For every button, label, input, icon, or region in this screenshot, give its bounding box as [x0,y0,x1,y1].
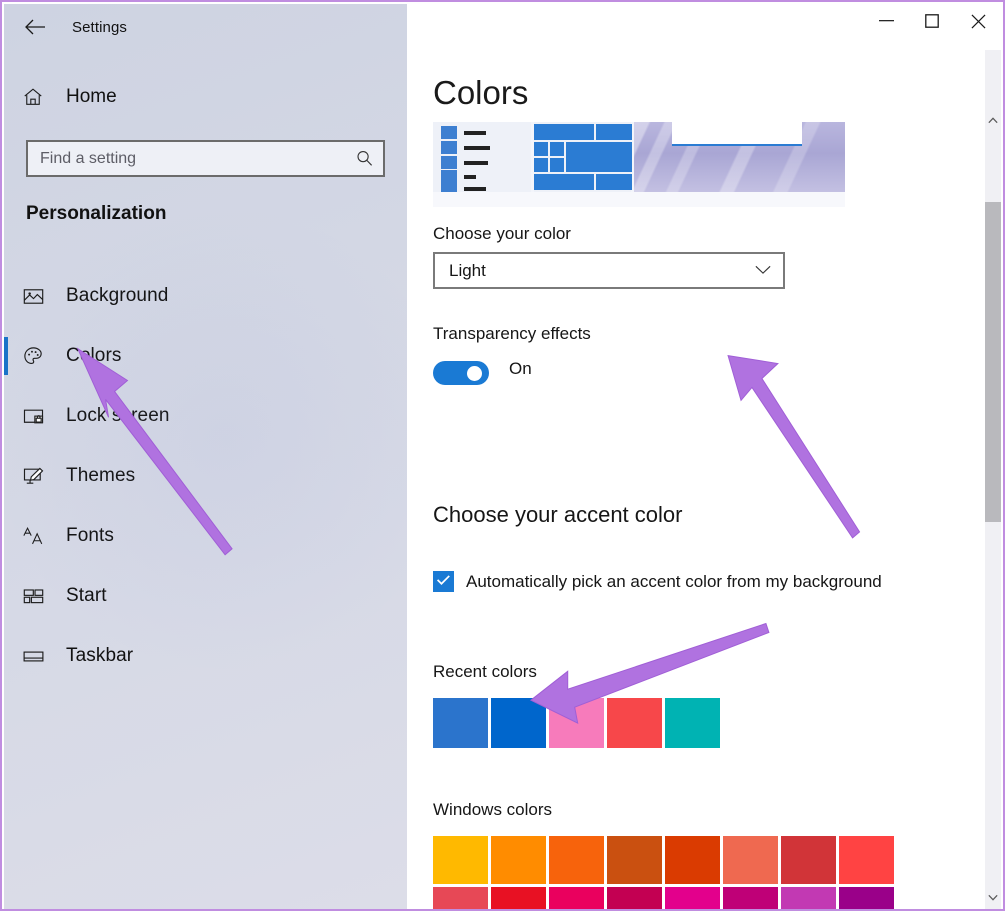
transparency-effects-toggle[interactable] [433,361,489,385]
sidebar-item-home-label: Home [66,86,117,107]
windows-color-swatch[interactable] [665,887,720,909]
preview-start-menu-panel [533,122,632,192]
lock-screen-icon [22,405,52,428]
windows-color-swatch[interactable] [839,887,894,909]
app-title: Settings [72,18,127,36]
toggle-knob [467,365,482,381]
chevron-up-icon[interactable] [985,112,1001,128]
recent-color-swatch[interactable] [433,698,488,748]
chevron-down-icon[interactable] [985,889,1001,905]
windows-color-swatch[interactable] [781,887,836,909]
windows-color-swatch[interactable] [491,836,546,884]
auto-accent-checkbox[interactable] [433,571,454,592]
auto-accent-checkbox-row[interactable]: Automatically pick an accent color from … [433,569,903,595]
color-preview-strip [433,122,845,207]
fonts-icon [22,525,52,548]
sidebar-item-colors[interactable]: Colors [4,326,407,386]
settings-window: Settings Home Personalization [0,0,1005,911]
minimize-icon[interactable] [863,4,909,38]
windows-color-swatch[interactable] [607,887,662,909]
recent-colors-label: Recent colors [433,662,537,681]
windows-color-swatch[interactable] [549,836,604,884]
windows-color-swatch[interactable] [839,836,894,884]
themes-icon [22,465,52,488]
windows-color-swatch[interactable] [665,836,720,884]
preview-desktop-panel [634,122,845,192]
taskbar-icon [22,645,52,668]
checkmark-icon [436,573,451,591]
windows-color-swatch[interactable] [549,887,604,909]
preview-settings-panel [433,122,531,195]
sidebar-nav-list: Background Colors Lock screen Themes Fon… [4,266,407,686]
search-input[interactable] [28,149,345,168]
sidebar-item-themes[interactable]: Themes [4,446,407,506]
page-title: Colors [433,74,529,111]
palette-icon [22,345,52,368]
picture-icon [22,285,52,308]
transparency-effects-label: Transparency effects [433,324,591,343]
windows-color-swatch[interactable] [607,836,662,884]
preview-taskbar [433,192,845,207]
window-controls [863,4,1001,38]
windows-color-swatch[interactable] [723,836,778,884]
choose-accent-color-heading: Choose your accent color [433,502,683,527]
windows-color-swatch[interactable] [491,887,546,909]
start-tiles-icon [22,585,52,608]
windows-color-swatch[interactable] [781,836,836,884]
scroll-thumb[interactable] [985,202,1001,522]
sidebar-category-heading: Personalization [26,203,167,224]
windows-color-swatch[interactable] [433,836,488,884]
chevron-down-icon [755,262,771,280]
content-pane: Colors Choose your color Light Transpare… [407,4,1003,909]
transparency-effects-state: On [509,359,532,378]
sidebar: Settings Home Personalization [4,4,407,909]
close-icon[interactable] [955,4,1001,38]
sidebar-item-background[interactable]: Background [4,266,407,326]
windows-color-swatch[interactable] [723,887,778,909]
sidebar-item-lock-screen-label: Lock screen [66,405,170,426]
choose-your-color-dropdown[interactable]: Light [433,252,785,289]
recent-colors-grid [433,698,733,748]
choose-your-color-value: Light [449,260,486,280]
sidebar-item-colors-label: Colors [66,345,122,366]
sidebar-item-start[interactable]: Start [4,566,407,626]
sidebar-item-background-label: Background [66,285,169,306]
sidebar-item-home[interactable]: Home [4,76,407,118]
windows-colors-label: Windows colors [433,800,553,819]
content-scrollbar[interactable] [985,50,1001,909]
recent-color-swatch[interactable] [607,698,662,748]
home-icon [22,86,52,108]
auto-accent-label: Automatically pick an accent color from … [466,572,882,591]
sidebar-item-lock-screen[interactable]: Lock screen [4,386,407,446]
sidebar-item-themes-label: Themes [66,465,136,486]
maximize-icon[interactable] [909,4,955,38]
sidebar-item-taskbar[interactable]: Taskbar [4,626,407,686]
recent-color-swatch[interactable] [491,698,546,748]
sidebar-item-fonts-label: Fonts [66,525,115,546]
back-arrow-icon[interactable] [12,7,58,47]
sidebar-item-start-label: Start [66,585,107,606]
windows-colors-grid [433,836,901,909]
sidebar-item-taskbar-label: Taskbar [66,645,134,666]
recent-color-swatch[interactable] [549,698,604,748]
title-bar: Settings [4,4,407,50]
recent-color-swatch[interactable] [665,698,720,748]
windows-color-swatch[interactable] [433,887,488,909]
sidebar-item-fonts[interactable]: Fonts [4,506,407,566]
choose-your-color-label: Choose your color [433,224,571,243]
search-box[interactable] [26,140,385,177]
search-icon[interactable] [345,142,383,175]
